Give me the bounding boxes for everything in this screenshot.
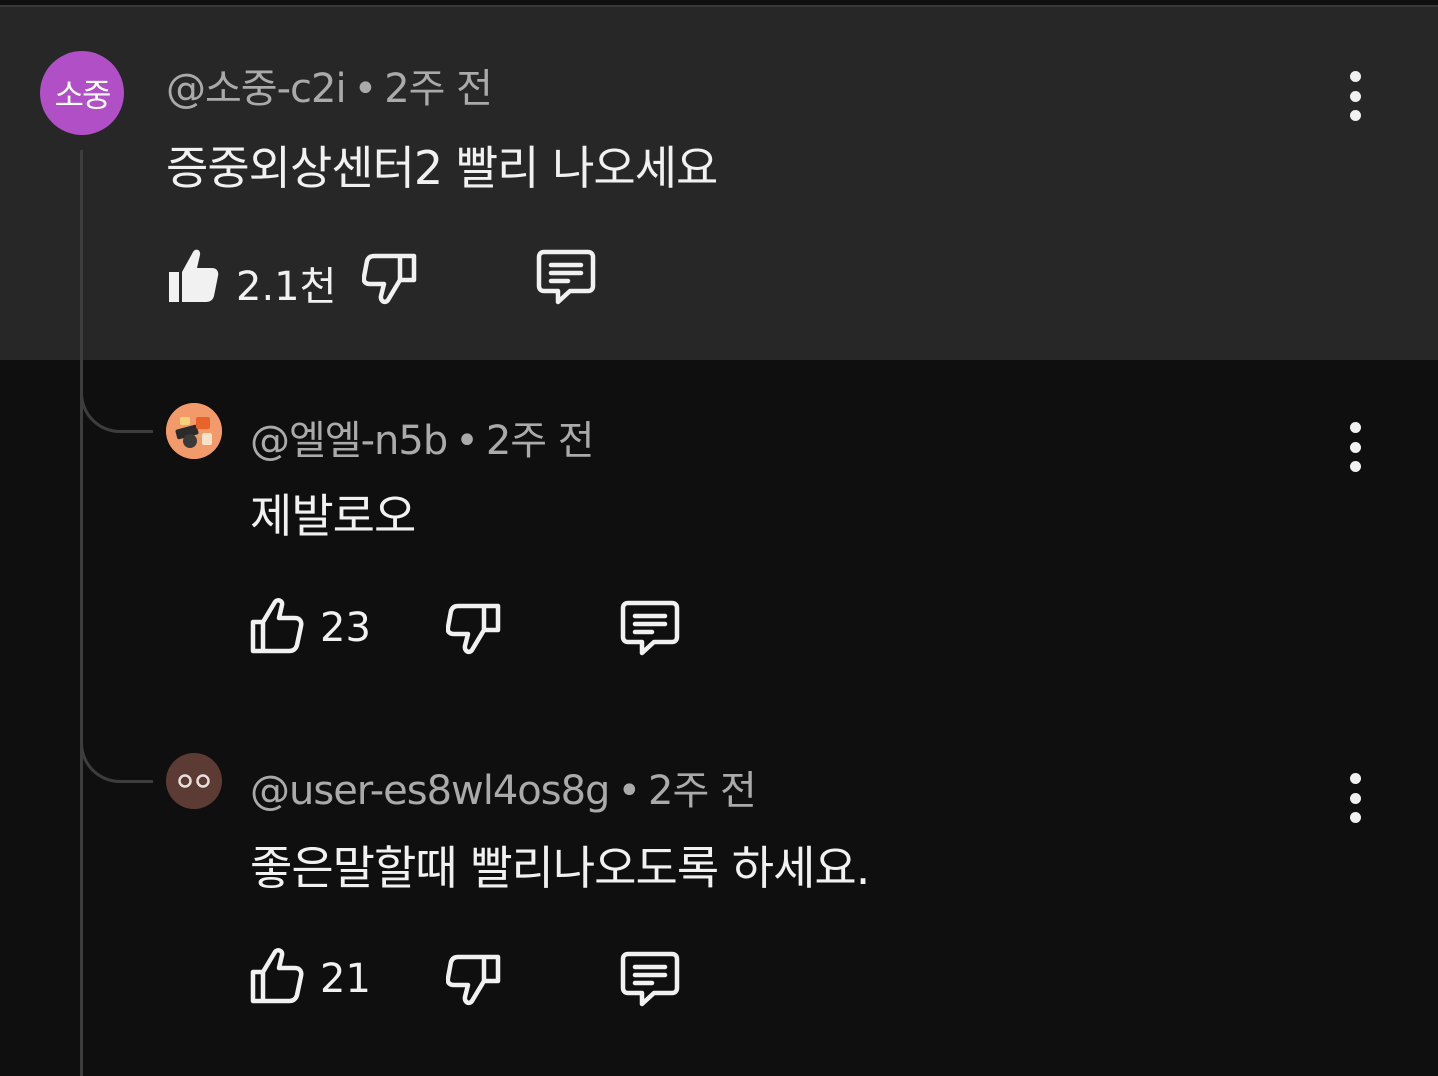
separator-dot: •	[353, 66, 378, 112]
thumbs-down-icon	[446, 954, 501, 1006]
dislike-button[interactable]	[446, 600, 504, 656]
more-options-button[interactable]	[1340, 422, 1370, 472]
comment-header: @소중-c2i • 2주 전	[166, 56, 493, 114]
author-handle[interactable]: @소중-c2i	[166, 66, 347, 112]
separator-dot: •	[455, 418, 479, 464]
avatar-image	[166, 403, 222, 459]
comment-text: 제발로오	[250, 489, 416, 543]
more-vertical-icon	[1349, 422, 1361, 433]
thumbs-up-icon	[250, 948, 304, 1004]
avatar-initials: 소중	[54, 76, 112, 114]
reply-button[interactable]	[620, 599, 680, 657]
comment-thread: 소중 @소중-c2i • 2주 전 증중외상센터2 빨리 나오세요 2.1천 @…	[0, 0, 1438, 1076]
timestamp[interactable]: 2주 전	[486, 418, 595, 464]
like-count: 23	[320, 605, 371, 651]
timestamp[interactable]: 2주 전	[384, 66, 493, 112]
author-handle[interactable]: @엘엘-n5b	[250, 418, 448, 464]
comment-text: 증중외상센터2 빨리 나오세요	[166, 141, 718, 195]
more-vertical-icon	[1349, 71, 1361, 82]
comment-main: 소중 @소중-c2i • 2주 전 증중외상센터2 빨리 나오세요 2.1천	[0, 0, 1438, 360]
reply-icon	[620, 600, 680, 656]
dislike-button[interactable]	[446, 951, 504, 1007]
avatar-image	[166, 753, 222, 809]
timestamp[interactable]: 2주 전	[648, 768, 757, 814]
reply-button[interactable]	[620, 950, 680, 1008]
separator-dot: •	[617, 768, 641, 814]
more-vertical-icon	[1349, 773, 1361, 784]
author-handle[interactable]: @user-es8wl4os8g	[250, 768, 610, 814]
like-count: 2.1천	[236, 264, 337, 310]
reply-button[interactable]	[536, 248, 596, 306]
comment-text: 좋은말할때 빨리나오도록 하세요.	[250, 841, 870, 895]
avatar[interactable]	[166, 753, 222, 809]
comment-header: @엘엘-n5b • 2주 전	[250, 408, 595, 466]
reply-icon	[536, 249, 596, 305]
reply-comment: @엘엘-n5b • 2주 전 제발로오 23	[0, 360, 1438, 710]
avatar[interactable]	[166, 403, 222, 459]
more-options-button[interactable]	[1340, 773, 1370, 823]
comment-header: @user-es8wl4os8g • 2주 전	[250, 758, 757, 816]
like-count: 21	[320, 956, 371, 1002]
reply-comment: @user-es8wl4os8g • 2주 전 좋은말할때 빨리나오도록 하세요. …	[0, 710, 1438, 1076]
thumbs-down-icon	[362, 253, 417, 305]
like-button[interactable]	[250, 946, 304, 1004]
more-options-button[interactable]	[1340, 71, 1370, 121]
thumbs-up-icon	[250, 598, 304, 654]
thumbs-up-icon	[169, 249, 219, 302]
avatar[interactable]: 소중	[40, 51, 124, 135]
thumbs-down-icon	[446, 603, 501, 655]
like-button[interactable]	[166, 246, 220, 304]
dislike-button[interactable]	[362, 250, 420, 306]
reply-icon	[620, 951, 680, 1007]
like-button[interactable]	[250, 596, 304, 654]
